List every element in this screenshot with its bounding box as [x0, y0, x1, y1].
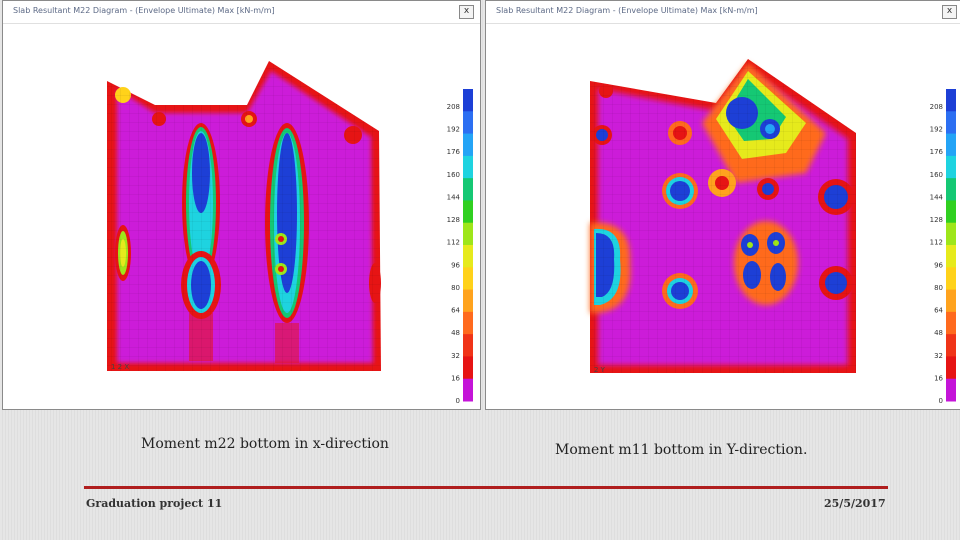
- right-legend-swatch: [946, 289, 956, 313]
- right-legend-swatch: [946, 311, 956, 335]
- footer-divider: [84, 486, 888, 489]
- left-legend-swatch: [463, 245, 473, 268]
- left-axis-tag: 1 2 X: [111, 363, 129, 371]
- footer-project-name: Graduation project 11: [86, 497, 223, 510]
- left-legend-tick-label: 128: [447, 216, 460, 224]
- right-legend-swatch: [946, 155, 956, 179]
- left-slab: 1 2 X: [107, 61, 381, 371]
- left-legend-tick-label: 160: [447, 171, 460, 179]
- left-legend-swatch: [463, 155, 473, 179]
- right-axis-tag: 2 Y: [594, 366, 606, 374]
- right-legend-swatch: [946, 267, 956, 291]
- left-diagram-window: Slab Resultant M22 Diagram - (Envelope U…: [2, 0, 481, 410]
- right-color-legend: 2081921761601441281129680644832160: [930, 89, 956, 405]
- left-legend-tick-label: 32: [451, 352, 460, 360]
- left-color-legend: 2081921761601441281129680644832160: [447, 89, 473, 405]
- right-window-titlebar: Slab Resultant M22 Diagram - (Envelope U…: [486, 1, 960, 24]
- left-legend-swatch: [463, 89, 473, 112]
- left-legend-tick-label: 48: [451, 329, 460, 337]
- right-legend-tick-label: 112: [930, 239, 943, 247]
- left-legend-tick-label: 192: [447, 126, 460, 134]
- left-legend-swatch: [463, 267, 473, 291]
- right-legend-tick-label: 176: [930, 148, 944, 156]
- footer-date: 25/5/2017: [824, 497, 886, 510]
- left-legend-swatch: [463, 378, 473, 402]
- left-legend-swatch: [463, 178, 473, 201]
- left-legend-tick-label: 144: [447, 193, 461, 201]
- right-legend-tick-label: 96: [934, 261, 943, 269]
- right-legend-tick-label: 16: [934, 374, 943, 382]
- left-legend-swatch: [463, 222, 473, 246]
- left-window-title: Slab Resultant M22 Diagram - (Envelope U…: [13, 6, 275, 15]
- right-window-title: Slab Resultant M22 Diagram - (Envelope U…: [496, 6, 758, 15]
- left-legend-tick-label: 64: [451, 307, 460, 315]
- caption-right: Moment m11 bottom in Y-direction.: [555, 442, 808, 458]
- left-legend-swatch: [463, 133, 473, 157]
- right-legend-tick-label: 128: [930, 216, 943, 224]
- right-legend-tick-label: 144: [930, 193, 944, 201]
- right-legend-tick-label: 48: [934, 329, 943, 337]
- right-legend-swatch: [946, 356, 956, 380]
- right-close-button[interactable]: x: [942, 5, 957, 19]
- right-legend-swatch: [946, 111, 956, 135]
- right-legend-swatch: [946, 200, 956, 224]
- right-slab: 2 Y: [590, 59, 856, 374]
- left-contour-plot: 1 2 X 2081921761601441281129680644832160: [107, 61, 473, 405]
- left-legend-tick-label: 176: [447, 148, 461, 156]
- left-legend-swatch: [463, 311, 473, 335]
- left-legend-swatch: [463, 334, 473, 357]
- left-legend-tick-label: 0: [456, 397, 460, 405]
- right-legend-swatch: [946, 178, 956, 201]
- right-legend-tick-label: 160: [930, 171, 943, 179]
- right-legend-swatch: [946, 378, 956, 402]
- right-legend-tick-label: 32: [934, 352, 943, 360]
- left-legend-swatch: [463, 200, 473, 224]
- right-legend-tick-label: 64: [934, 307, 943, 315]
- right-legend-tick-label: 208: [930, 103, 943, 111]
- left-window-titlebar: Slab Resultant M22 Diagram - (Envelope U…: [3, 1, 480, 24]
- left-legend-tick-label: 96: [451, 261, 460, 269]
- right-contour-plot: 2 Y 2081921761601441281129680644832160: [590, 59, 956, 405]
- caption-left: Moment m22 bottom in x-direction: [141, 436, 389, 452]
- left-legend-swatch: [463, 289, 473, 313]
- right-legend-swatch: [946, 334, 956, 357]
- right-legend-tick-label: 80: [934, 284, 943, 292]
- left-legend-swatch: [463, 356, 473, 380]
- right-legend-swatch: [946, 245, 956, 268]
- left-legend-tick-label: 80: [451, 284, 460, 292]
- right-legend-swatch: [946, 222, 956, 246]
- left-legend-swatch: [463, 111, 473, 135]
- right-legend-swatch: [946, 133, 956, 157]
- right-legend-tick-label: 192: [930, 126, 943, 134]
- right-legend-swatch: [946, 89, 956, 112]
- left-legend-tick-label: 16: [451, 374, 460, 382]
- right-diagram-window: Slab Resultant M22 Diagram - (Envelope U…: [485, 0, 960, 410]
- left-legend-tick-label: 208: [447, 103, 460, 111]
- left-close-button[interactable]: x: [459, 5, 474, 19]
- right-legend-tick-label: 0: [939, 397, 943, 405]
- left-legend-tick-label: 112: [447, 239, 460, 247]
